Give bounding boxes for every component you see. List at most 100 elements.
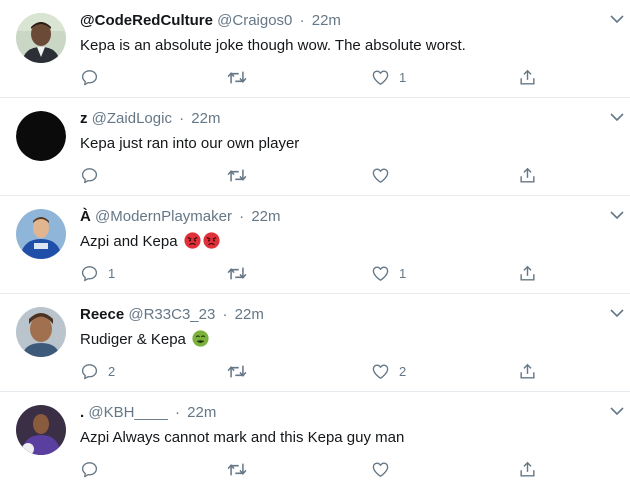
reply-count: 2 [108,363,116,379]
tweet-text: Kepa is an absolute joke though wow. The… [80,36,466,56]
like-button[interactable] [371,164,399,186]
timestamp[interactable]: 22m [251,208,280,225]
timestamp[interactable]: 22m [235,306,264,323]
like-button[interactable] [371,458,399,480]
heart-icon [372,167,389,183]
retweet-button[interactable] [226,262,248,284]
tweet-header: Reece @R33C3_23 · 22m [80,305,264,325]
tweet-text: Rudiger & Kepa [80,330,209,350]
chevron-down-icon[interactable] [610,14,624,24]
separator-dot: · [179,110,185,127]
retweet-button[interactable] [226,66,248,88]
avatar[interactable] [16,307,66,357]
reply-button[interactable]: 1 [80,262,115,284]
tweet-feed: @CodeRedCulture @Craigos0 · 22m Kepa is … [0,0,630,490]
tweet-4[interactable]: Reece @R33C3_23 · 22m Rudiger & Kepa 2 2 [0,294,630,392]
reply-icon [81,167,98,183]
retweet-icon [227,267,247,279]
separator-dot: · [299,12,305,29]
share-button[interactable] [518,360,537,382]
avatar-image [16,405,66,455]
avatar[interactable] [16,13,66,63]
display-name[interactable]: . [80,404,84,421]
user-handle[interactable]: @ModernPlaymaker [95,208,232,225]
share-icon [520,265,535,281]
user-handle[interactable]: @Craigos0 [217,12,292,29]
reply-icon [81,69,98,85]
tweet-text-content: Rudiger & Kepa [80,331,186,348]
share-button[interactable] [518,164,537,186]
reply-icon [81,461,98,477]
avatar-image [16,13,66,63]
timestamp[interactable]: 22m [191,110,220,127]
tweet-text-content: Azpi Always cannot mark and this Kepa gu… [80,429,405,446]
reply-button[interactable] [80,66,108,88]
reply-icon [81,363,98,379]
display-name[interactable]: À [80,208,91,225]
share-button[interactable] [518,66,537,88]
display-name[interactable]: Reece [80,306,124,323]
chevron-down-icon[interactable] [610,308,624,318]
share-button[interactable] [518,262,537,284]
separator-dot: · [174,404,180,421]
reply-button[interactable]: 2 [80,360,115,382]
reply-button[interactable] [80,164,108,186]
user-handle[interactable]: @ZaidLogic [92,110,172,127]
heart-icon [372,461,389,477]
retweet-button[interactable] [226,164,248,186]
reply-button[interactable] [80,458,108,480]
avatar[interactable] [16,405,66,455]
angry-face-emoji [203,232,220,249]
chevron-down-icon[interactable] [610,112,624,122]
user-handle[interactable]: @KBH____ [88,404,167,421]
share-button[interactable] [518,458,537,480]
display-name[interactable]: z [80,110,88,127]
avatar-image [16,111,66,161]
share-icon [520,461,535,477]
heart-icon [372,69,389,85]
retweet-icon [227,169,247,181]
retweet-button[interactable] [226,458,248,480]
retweet-button[interactable] [226,360,248,382]
tweet-actions [80,458,550,480]
chevron-down-icon[interactable] [610,406,624,416]
tweet-2[interactable]: z @ZaidLogic · 22m Kepa just ran into ou… [0,98,630,196]
user-handle[interactable]: @R33C3_23 [128,306,215,323]
retweet-icon [227,463,247,475]
avatar[interactable] [16,111,66,161]
tweet-1[interactable]: @CodeRedCulture @Craigos0 · 22m Kepa is … [0,0,630,98]
tweet-header: @CodeRedCulture @Craigos0 · 22m [80,11,341,31]
timestamp[interactable]: 22m [312,12,341,29]
display-name[interactable]: @CodeRedCulture [80,12,213,29]
like-button[interactable]: 1 [371,262,406,284]
reply-count: 1 [108,265,116,281]
tweet-text-content: Azpi and Kepa [80,233,178,250]
tweet-text: Azpi and Kepa [80,232,220,252]
like-button[interactable]: 2 [371,360,406,382]
tweet-actions: 1 [80,66,550,88]
retweet-icon [227,365,247,377]
avatar-image [16,307,66,357]
tweet-text-content: Kepa is an absolute joke though wow. The… [80,37,466,54]
separator-dot: · [239,208,245,225]
separator-dot: · [222,306,228,323]
heart-icon [372,363,389,379]
tweet-actions: 2 2 [80,360,550,382]
nauseated-face-emoji [192,330,209,347]
timestamp[interactable]: 22m [187,404,216,421]
like-count: 1 [399,69,407,85]
like-button[interactable]: 1 [371,66,406,88]
tweet-5[interactable]: . @KBH____ · 22m Azpi Always cannot mark… [0,392,630,490]
tweet-text-content: Kepa just ran into our own player [80,135,300,152]
tweet-3[interactable]: À @ModernPlaymaker · 22m Azpi and Kepa 1… [0,196,630,294]
tweet-header: z @ZaidLogic · 22m [80,109,220,129]
avatar-image [16,209,66,259]
like-count: 1 [399,265,407,281]
tweet-text: Azpi Always cannot mark and this Kepa gu… [80,428,404,448]
tweet-header: . @KBH____ · 22m [80,403,216,423]
angry-face-emoji [184,232,201,249]
like-count: 2 [399,363,407,379]
chevron-down-icon[interactable] [610,210,624,220]
avatar[interactable] [16,209,66,259]
tweet-actions [80,164,550,186]
